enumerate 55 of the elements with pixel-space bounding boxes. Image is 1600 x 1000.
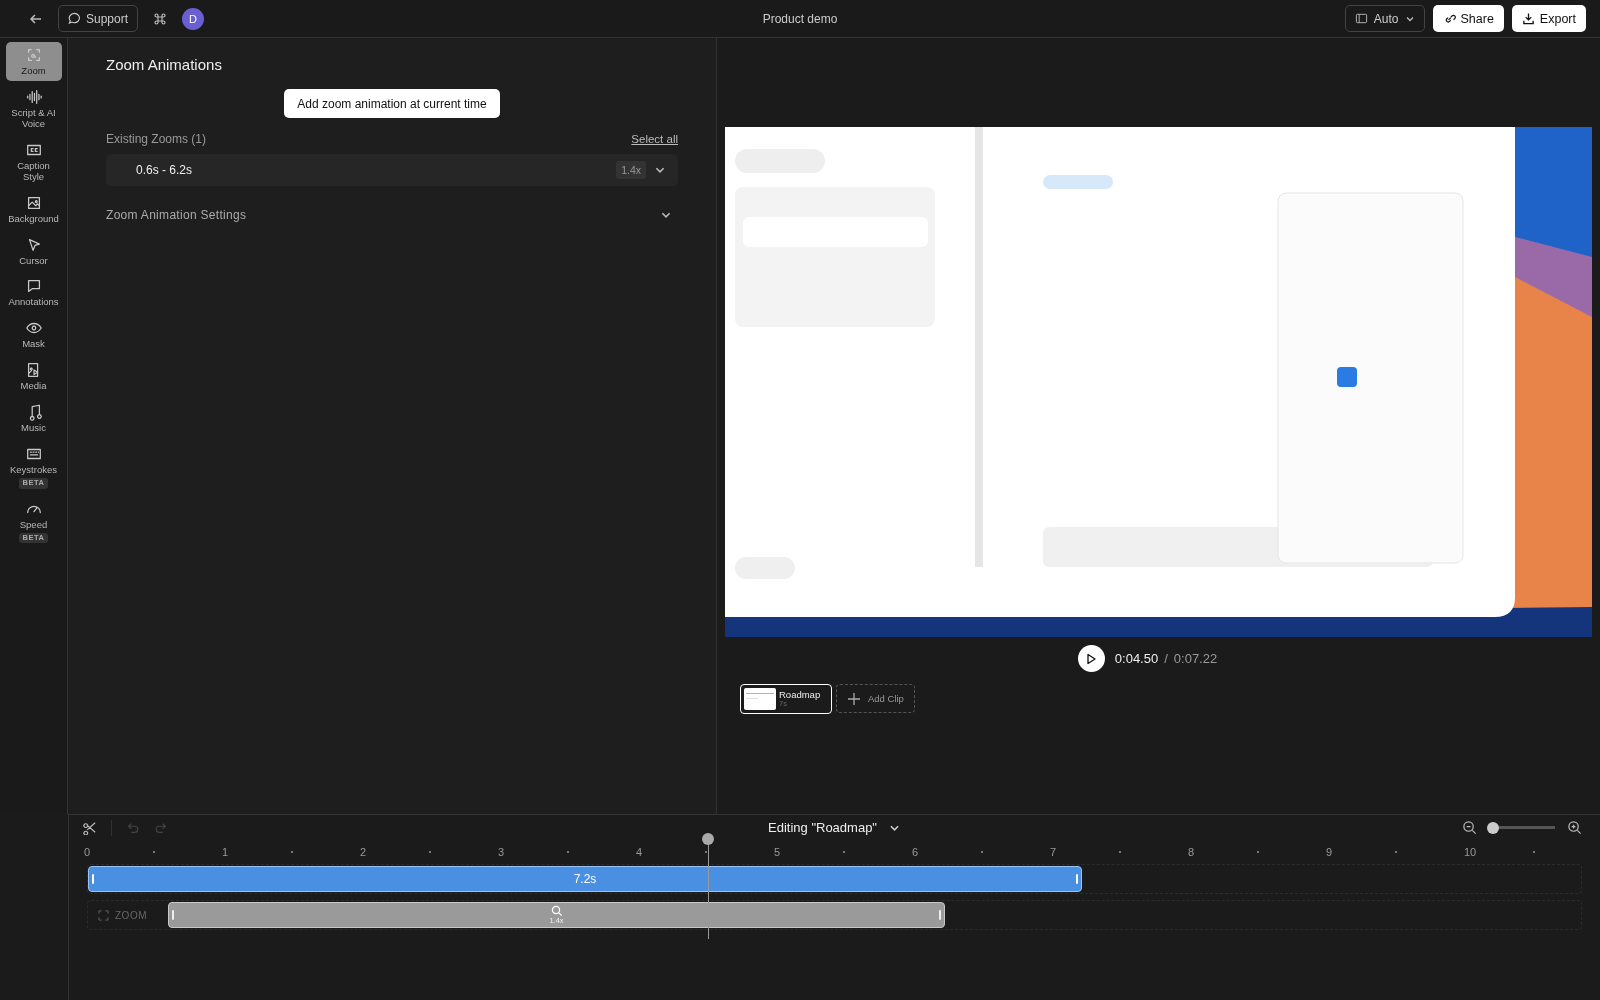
- sidebar-item[interactable]: Caption Style: [5, 136, 62, 187]
- ruler-label: 9: [1326, 846, 1334, 858]
- ruler-label: 6: [912, 846, 920, 858]
- ruler-label: 4: [636, 846, 644, 858]
- select-all-link[interactable]: Select all: [631, 133, 678, 145]
- ruler-label: 0: [84, 846, 92, 858]
- ruler-label: 7: [1050, 846, 1058, 858]
- command-icon[interactable]: [152, 10, 169, 27]
- scissors-icon[interactable]: [82, 820, 97, 835]
- ruler-label: 2: [360, 846, 368, 858]
- chat-bubble-icon: [68, 12, 81, 25]
- user-avatar[interactable]: D: [182, 7, 205, 30]
- add-zoom-button[interactable]: Add zoom animation at current time: [284, 89, 500, 118]
- panel-title: Zoom Animations: [106, 56, 223, 73]
- waveform-icon: [24, 87, 43, 106]
- total-time: 0:07.22: [1173, 651, 1218, 666]
- existing-zooms-label: Existing Zooms (1): [106, 132, 207, 146]
- clip-length: 7.2s: [573, 872, 597, 886]
- zoom-scale-badge: 1.4x: [616, 161, 646, 179]
- add-clip-button[interactable]: Add Clip: [836, 684, 915, 713]
- zoom-track-label: ZOOM: [88, 909, 168, 921]
- zoom-in-icon[interactable]: [1567, 820, 1582, 835]
- play-icon: [1085, 652, 1098, 665]
- ruler-label: 1: [222, 846, 230, 858]
- ruler-label: 10: [1464, 846, 1478, 858]
- clip-name: Roadmap: [779, 689, 821, 701]
- zoom-range: 0.6s - 6.2s: [136, 163, 194, 177]
- sidebar-item[interactable]: Cursor: [5, 231, 62, 271]
- export-button[interactable]: Export: [1511, 5, 1586, 32]
- magnifier-icon: [550, 905, 563, 918]
- sidebar-item[interactable]: Zoom: [5, 42, 62, 81]
- time-range-card[interactable]: 0.6s - 6.2s 1.4x: [106, 154, 678, 186]
- ruler-label: 8: [1188, 846, 1196, 858]
- settings-section-label[interactable]: Zoom Animation Settings: [106, 208, 247, 222]
- sidebar-item[interactable]: Annotations: [5, 273, 62, 313]
- aspect-dropdown[interactable]: Auto: [1344, 5, 1425, 32]
- sidebar-item[interactable]: Music: [5, 399, 62, 439]
- sidebar-item[interactable]: Mask: [5, 315, 62, 355]
- play-button[interactable]: [1077, 645, 1105, 672]
- sidebar-item[interactable]: Script & AI Voice: [5, 83, 62, 134]
- download-icon: [1521, 12, 1535, 25]
- project-title: Product demo: [762, 11, 838, 26]
- current-time: 0:04.50: [1114, 651, 1159, 666]
- editing-title: Editing "Roadmap": [768, 820, 877, 835]
- zoom-frame-icon: [98, 909, 109, 921]
- sidebar-item[interactable]: Media: [5, 357, 62, 397]
- support-button[interactable]: Support: [58, 5, 139, 32]
- plus-icon: [847, 691, 861, 706]
- ruler-label: 5: [774, 846, 782, 858]
- layout-icon: [1354, 12, 1368, 25]
- ruler-label: 3: [498, 846, 506, 858]
- sidebar-item[interactable]: Background: [5, 189, 62, 229]
- time-separator: /: [1164, 651, 1168, 666]
- zoom-out-icon[interactable]: [1462, 820, 1477, 835]
- share-button[interactable]: Share: [1432, 5, 1504, 32]
